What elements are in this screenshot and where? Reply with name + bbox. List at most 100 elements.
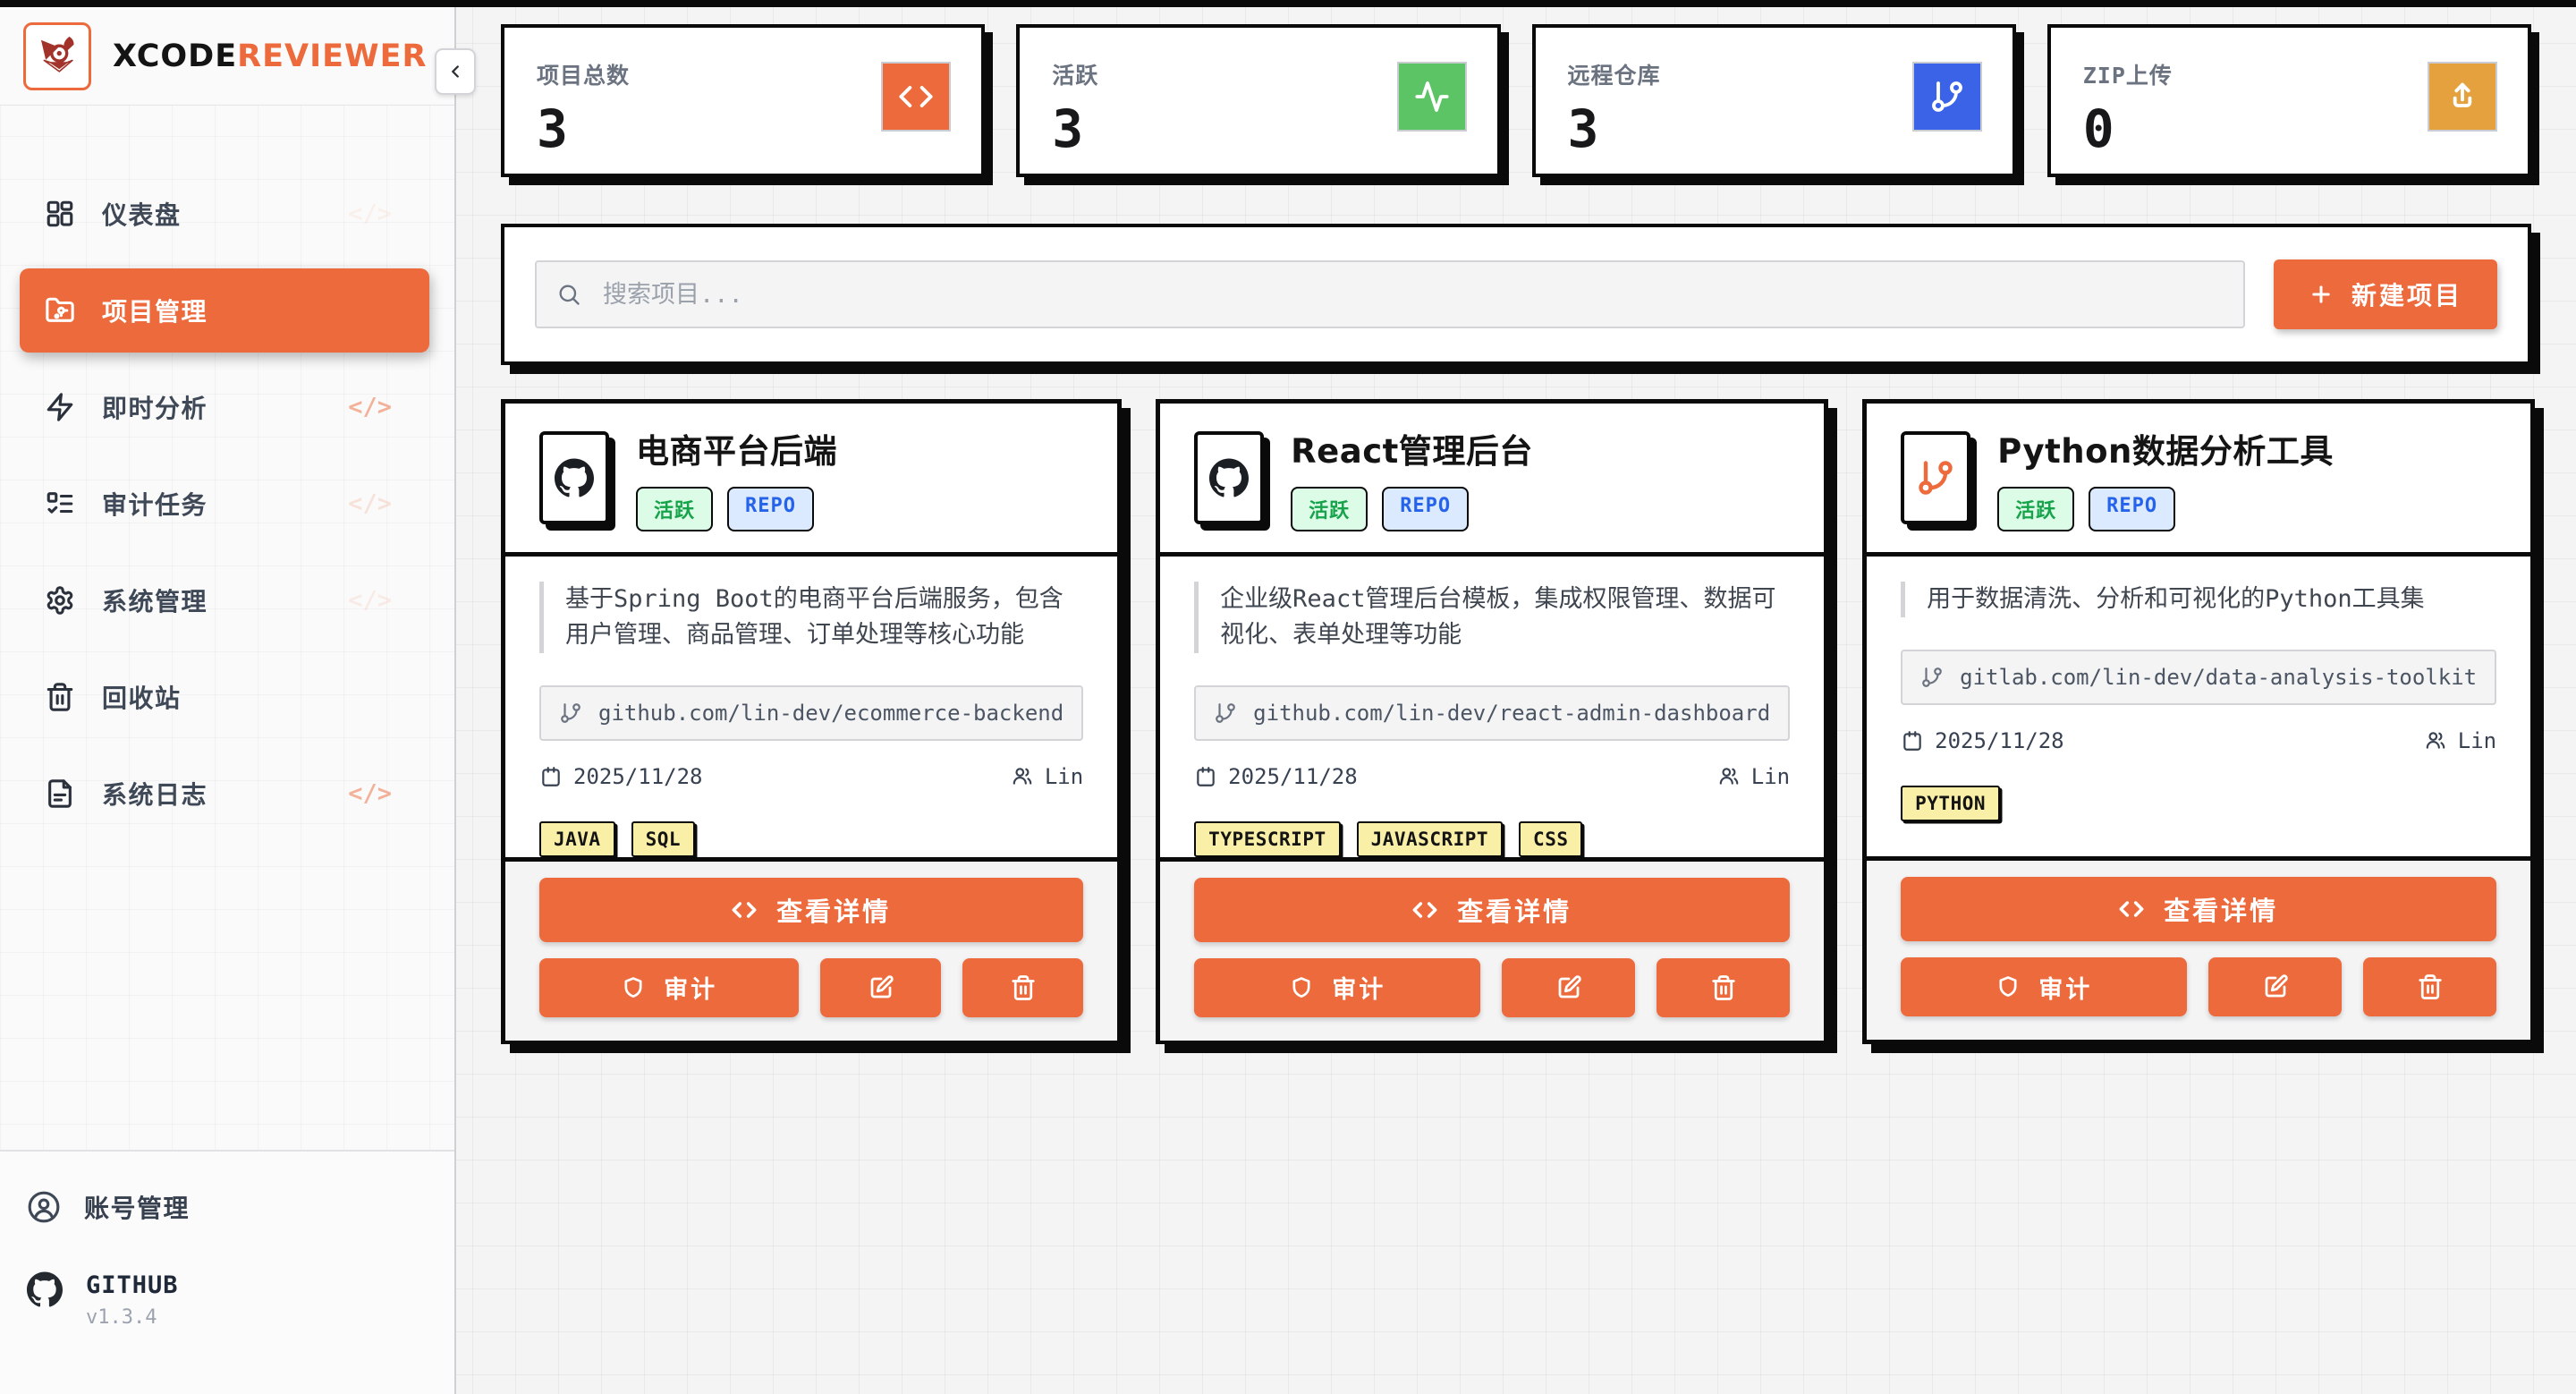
top-border-bar xyxy=(0,0,2576,7)
edit-square-icon xyxy=(2262,973,2289,1000)
project-title: 电商平台后端 xyxy=(636,424,837,472)
project-source-icon-box xyxy=(1194,431,1264,524)
repo-url-box[interactable]: gitlab.com/lin-dev/data-analysis-toolkit xyxy=(1901,650,2496,705)
repo-url-box[interactable]: github.com/lin-dev/ecommerce-backend xyxy=(539,685,1083,741)
github-icon xyxy=(555,458,594,497)
project-date: 2025/11/28 xyxy=(1901,728,2064,753)
delete-button[interactable] xyxy=(962,958,1083,1017)
stat-icon-box xyxy=(1912,62,1982,132)
sidebar-footer: 账号管理 GITHUB v1.3.4 xyxy=(0,1150,454,1394)
brand-title: XCODEREVIEWER xyxy=(113,38,427,74)
code-icon xyxy=(1412,897,1437,922)
project-owner: Lin xyxy=(1011,764,1083,789)
project-body: 企业级React管理后台模板，集成权限管理、数据可视化、表单处理等功能 gith… xyxy=(1160,557,1824,857)
new-project-button[interactable]: 新建项目 xyxy=(2274,259,2497,329)
project-description: 基于Spring Boot的电商平台后端服务，包含用户管理、商品管理、订单处理等… xyxy=(539,582,1083,653)
github-version-block[interactable]: GITHUB v1.3.4 xyxy=(27,1271,428,1329)
folder-git-icon xyxy=(45,295,75,326)
project-footer: 查看详情 审计 xyxy=(505,857,1117,1041)
view-details-button[interactable]: 查看详情 xyxy=(539,878,1083,942)
stat-card-1: 项目总数 3 xyxy=(501,24,985,177)
sidebar-item-2[interactable]: 项目管理 xyxy=(20,268,429,353)
project-title: Python数据分析工具 xyxy=(1997,424,2334,472)
delete-button[interactable] xyxy=(1657,958,1790,1017)
edit-square-icon xyxy=(1555,974,1582,1001)
project-owner: Lin xyxy=(2424,728,2496,753)
tech-tag: JAVASCRIPT xyxy=(1357,821,1503,857)
stat-icon-box xyxy=(881,62,951,132)
project-badges: 活跃REPO xyxy=(1997,487,2334,531)
stat-card-2: 活跃 3 xyxy=(1016,24,1500,177)
project-meta: 2025/11/28 Lin xyxy=(539,764,1083,789)
stat-value: 3 xyxy=(537,103,630,155)
stats-row: 项目总数 3 活跃 3 远程仓库 3 ZIP上传 0 xyxy=(501,24,2531,177)
view-details-button[interactable]: 查看详情 xyxy=(1194,878,1790,942)
stat-card-4: ZIP上传 0 xyxy=(2047,24,2531,177)
badge-active: 活跃 xyxy=(1997,487,2074,531)
sidebar-item-1[interactable]: 仪表盘</> xyxy=(20,172,429,256)
project-body: 用于数据清洗、分析和可视化的Python工具集 gitlab.com/lin-d… xyxy=(1867,557,2530,856)
list-check-icon xyxy=(45,489,75,519)
github-icon xyxy=(27,1271,63,1307)
project-header: 电商平台后端 活跃REPO xyxy=(505,404,1117,557)
sidebar-item-label: 仪表盘 xyxy=(102,196,182,232)
project-footer: 查看详情 审计 xyxy=(1160,857,1824,1041)
view-details-button[interactable]: 查看详情 xyxy=(1901,877,2496,941)
code-icon xyxy=(898,79,934,115)
audit-button[interactable]: 审计 xyxy=(1901,957,2187,1016)
file-text-icon xyxy=(45,778,75,809)
project-source-icon-box xyxy=(539,431,609,524)
github-icon xyxy=(1209,458,1249,497)
sidebar-item-4[interactable]: 审计任务</> xyxy=(20,462,429,546)
code-decoration: </> xyxy=(348,780,392,808)
code-decoration: </> xyxy=(348,490,392,518)
stat-text: 项目总数 3 xyxy=(537,58,630,155)
project-action-row: 审计 xyxy=(539,958,1083,1017)
github-label: GITHUB xyxy=(86,1271,179,1299)
edit-button[interactable] xyxy=(820,958,941,1017)
stat-text: 远程仓库 3 xyxy=(1568,58,1661,155)
git-branch-icon xyxy=(1214,701,1237,725)
shield-icon xyxy=(621,975,646,1000)
project-head-text: 电商平台后端 活跃REPO xyxy=(636,424,837,531)
view-details-label: 查看详情 xyxy=(776,891,891,929)
sidebar-item-7[interactable]: 系统日志 </> xyxy=(20,752,429,836)
stat-label: 项目总数 xyxy=(537,58,630,90)
project-card-1: 电商平台后端 活跃REPO 基于Spring Boot的电商平台后端服务，包含用… xyxy=(501,399,1122,1044)
search-panel: 新建项目 xyxy=(501,224,2531,365)
audit-button[interactable]: 审计 xyxy=(1194,958,1480,1017)
sidebar-item-5[interactable]: 系统管理</> xyxy=(20,558,429,642)
sidebar-item-label: 系统日志 xyxy=(102,776,208,812)
stat-icon-box xyxy=(1397,62,1467,132)
plus-icon xyxy=(2309,282,2334,307)
sidebar-item-6[interactable]: 回收站 xyxy=(20,655,429,739)
code-decoration: </> xyxy=(348,587,392,615)
sidebar-nav: 仪表盘</>项目管理即时分析</>审计任务</>系统管理</>回收站系统日志</… xyxy=(0,106,454,836)
sidebar-item-3[interactable]: 即时分析</> xyxy=(20,365,429,449)
audit-button[interactable]: 审计 xyxy=(539,958,799,1017)
edit-button[interactable] xyxy=(1502,958,1635,1017)
project-head-text: React管理后台 活跃REPO xyxy=(1291,424,1533,531)
calendar-icon xyxy=(1901,729,1924,752)
tech-tag: PYTHON xyxy=(1901,786,2000,821)
project-meta: 2025/11/28 Lin xyxy=(1194,764,1790,789)
sidebar-item-account[interactable]: 账号管理 xyxy=(27,1189,428,1225)
user-circle-icon xyxy=(27,1190,61,1224)
sidebar-item-label: 回收站 xyxy=(102,679,182,715)
code-decoration: </> xyxy=(348,394,392,421)
delete-button[interactable] xyxy=(2363,957,2496,1016)
stat-value: 3 xyxy=(1052,103,1098,155)
sidebar-collapse-button[interactable] xyxy=(435,48,476,95)
project-date: 2025/11/28 xyxy=(539,764,703,789)
gear-icon xyxy=(45,585,75,616)
project-badges: 活跃REPO xyxy=(1291,487,1533,531)
repo-url: gitlab.com/lin-dev/data-analysis-toolkit xyxy=(1960,665,2477,690)
search-input[interactable] xyxy=(535,260,2245,328)
project-tags: TYPESCRIPTJAVASCRIPTCSS xyxy=(1194,821,1790,857)
main-content: 项目总数 3 活跃 3 远程仓库 3 ZIP上传 0 新建项目 xyxy=(458,7,2576,1394)
project-description: 用于数据清洗、分析和可视化的Python工具集 xyxy=(1901,582,2496,617)
edit-button[interactable] xyxy=(2208,957,2342,1016)
stat-icon-box xyxy=(2428,62,2497,132)
repo-url-box[interactable]: github.com/lin-dev/react-admin-dashboard xyxy=(1194,685,1790,741)
repo-url: github.com/lin-dev/ecommerce-backend xyxy=(598,701,1063,726)
